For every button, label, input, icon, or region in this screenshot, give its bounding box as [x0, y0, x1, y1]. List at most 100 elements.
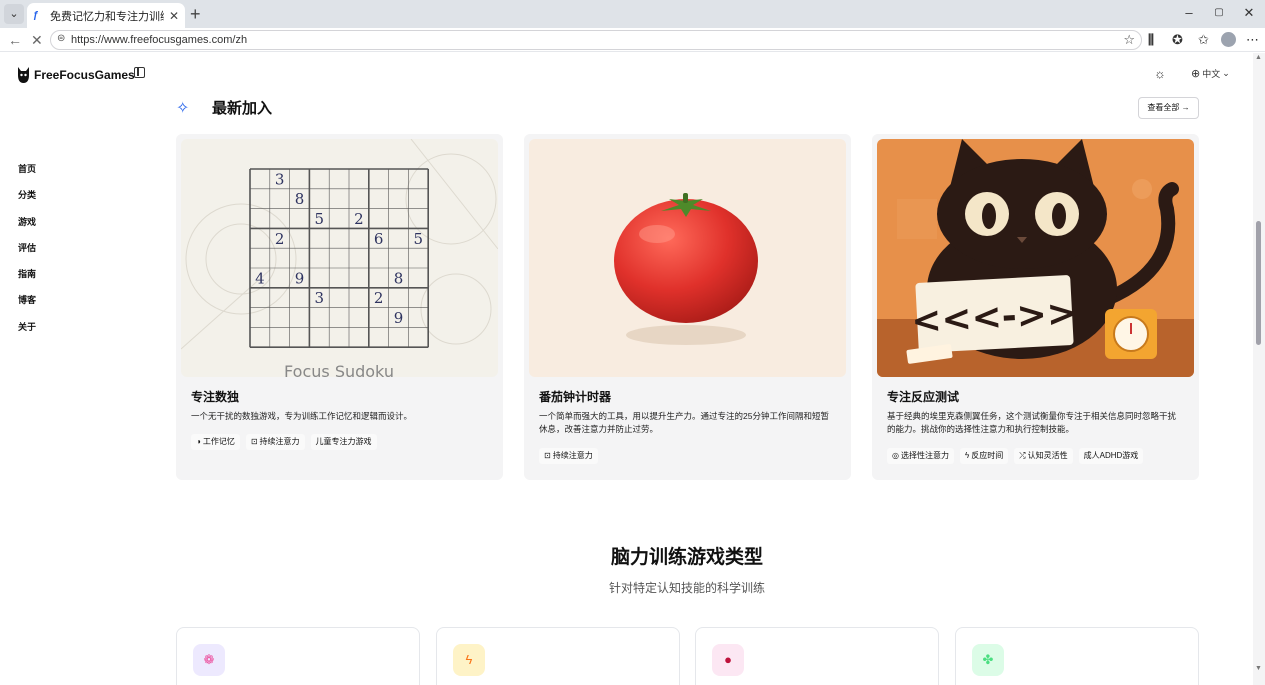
- nav-item-home[interactable]: 首页: [18, 162, 36, 188]
- nav-item-assessments[interactable]: 评估: [18, 241, 36, 267]
- sudoku-digit: 5: [315, 210, 325, 228]
- sudoku-digit: 2: [374, 289, 384, 307]
- nav-item-games[interactable]: 游戏: [18, 215, 36, 241]
- address-bar[interactable]: ⊜ https://www.freefocusgames.com/zh ☆: [50, 30, 1142, 50]
- categories-subtitle: 针对特定认知技能的科学训练: [608, 581, 765, 595]
- site-info-icon[interactable]: ⊜: [57, 33, 65, 44]
- reading-view-icon[interactable]: ⫼: [1148, 31, 1154, 49]
- lightning-icon: ϟ: [453, 644, 485, 676]
- extensions-icon[interactable]: ✪: [1172, 31, 1183, 49]
- web-page: FreeFocusGames ☼ ⊕ 中文 ⌄ 首页 分类 游戏 评估 指南 博…: [0, 53, 1253, 685]
- sudoku-digit: 2: [275, 230, 285, 248]
- site-logo[interactable]: FreeFocusGames: [17, 66, 135, 84]
- shuffle-icon: ⤮: [1019, 451, 1026, 460]
- chevron-down-icon: ⌄: [1222, 68, 1230, 78]
- dot-icon: ●: [712, 644, 744, 676]
- game-card-pomodoro[interactable]: 番茄钟计时器 一个简单而强大的工具，用以提升生产力。通过专注的25分钟工作间隔和…: [524, 134, 851, 480]
- sidebar-toggle-icon[interactable]: [134, 67, 145, 78]
- maximize-button[interactable]: ▢: [1205, 0, 1233, 28]
- card-title: 专注反应测试: [887, 390, 960, 404]
- tag-sustained-attention[interactable]: ⊡ 持续注意力: [245, 434, 305, 450]
- browser-tab-strip: ⌄ ƒ 免费记忆力和专注力训练游戏 ✕ + – ▢ ✕: [0, 0, 1265, 28]
- stop-loading-icon[interactable]: ✕: [31, 30, 43, 50]
- card-tags: ⊡ 持续注意力: [539, 448, 598, 464]
- tag-selective-attention[interactable]: ◎ 选择性注意力: [887, 448, 954, 464]
- card-tags: ◑ 工作记忆 ⊡ 持续注意力 儿童专注力游戏: [191, 434, 377, 450]
- nav-item-about[interactable]: 关于: [18, 320, 36, 346]
- sudoku-digit: 3: [315, 289, 325, 307]
- tab-close-icon[interactable]: ✕: [169, 9, 179, 23]
- card-description: 一个简单而强大的工具，用以提升生产力。通过专注的25分钟工作间隔和短暂休息，改善…: [539, 411, 829, 434]
- back-arrow-icon[interactable]: ←: [8, 30, 22, 50]
- card-title: 番茄钟计时器: [539, 390, 612, 404]
- new-tab-button[interactable]: +: [190, 3, 201, 25]
- minimize-button[interactable]: –: [1175, 0, 1203, 28]
- tag-reaction-time[interactable]: ϟ 反应时间: [959, 448, 1009, 464]
- category-card-speed[interactable]: ϟ: [436, 627, 680, 685]
- card-description: 一个无干扰的数独游戏，专为训练工作记忆和逻辑而设计。: [191, 411, 413, 421]
- sudoku-digit: 8: [394, 269, 404, 287]
- focus-icon: ⊡: [544, 451, 551, 460]
- flanker-arrows: <<<->>: [910, 293, 1078, 343]
- site-name: FreeFocusGames: [34, 68, 135, 82]
- cat-image: <<<->>: [877, 139, 1194, 377]
- card-tags: ◎ 选择性注意力 ϟ 反应时间 ⤮ 认知灵活性 成人ADHD游戏: [887, 448, 1144, 464]
- tag-cognitive-flexibility[interactable]: ⤮ 认知灵活性: [1014, 448, 1073, 464]
- language-label: 中文: [1202, 69, 1221, 79]
- tag-working-memory[interactable]: ◑ 工作记忆: [191, 434, 240, 450]
- sudoku-illustration: 385 22 6 54 9 83 29 Focus Sudoku: [181, 139, 498, 377]
- more-menu-icon[interactable]: ⋯: [1246, 31, 1259, 49]
- card-description: 基于经典的埃里克森侧翼任务，这个测试衡量你专注于相关信息同时忽略干扰的能力。挑战…: [887, 411, 1177, 434]
- categories-title: 脑力训练游戏类型: [610, 547, 763, 568]
- category-card-attention[interactable]: ●: [695, 627, 939, 685]
- category-card-logic[interactable]: ✤: [955, 627, 1199, 685]
- sudoku-digit: 9: [394, 309, 404, 327]
- sudoku-image: 3852265498329 Focus Sudoku: [181, 139, 498, 377]
- nav-item-categories[interactable]: 分类: [18, 188, 36, 214]
- scroll-up-icon[interactable]: ▲: [1255, 54, 1262, 61]
- sudoku-digit: 2: [354, 210, 364, 228]
- cat-logo-icon: [18, 67, 29, 83]
- lightning-icon: ϟ: [964, 451, 970, 460]
- browser-toolbar: ← ✕ ⊜ https://www.freefocusgames.com/zh …: [0, 28, 1265, 52]
- tag-sustained-attention[interactable]: ⊡ 持续注意力: [539, 448, 598, 464]
- sudoku-digit: 9: [295, 269, 305, 287]
- scroll-down-icon[interactable]: ▼: [1255, 665, 1262, 672]
- game-card-sudoku[interactable]: 3852265498329 Focus Sudoku 专注数独 一个无干扰的数独…: [176, 134, 503, 480]
- tag-kids-games[interactable]: 儿童专注力游戏: [310, 434, 377, 450]
- game-card-flanker[interactable]: <<<->> 专注反应测试 基于经典的埃里克森侧翼任务，这个测试衡量你专注于相关…: [872, 134, 1199, 480]
- category-card-memory[interactable]: ❁: [176, 627, 420, 685]
- sidebar-nav: 首页 分类 游戏 评估 指南 博客 关于: [18, 162, 36, 346]
- favorites-icon[interactable]: ✩: [1198, 31, 1209, 49]
- favorite-star-icon[interactable]: ☆: [1123, 32, 1135, 48]
- tomato-image: [529, 139, 846, 377]
- close-window-button[interactable]: ✕: [1235, 0, 1263, 28]
- page-scrollbar[interactable]: ▲ ▼: [1253, 53, 1265, 685]
- globe-icon: ⊕: [1191, 68, 1201, 80]
- sun-theme-icon[interactable]: ☼: [1154, 66, 1166, 81]
- tag-adult-adhd[interactable]: 成人ADHD游戏: [1078, 448, 1144, 464]
- brain-icon: ❁: [193, 644, 225, 676]
- sudoku-digit: 6: [374, 230, 384, 248]
- section-title: 最新加入: [212, 100, 273, 117]
- language-selector[interactable]: ⊕ 中文 ⌄: [1191, 67, 1230, 80]
- nav-item-guides[interactable]: 指南: [18, 267, 36, 293]
- cat-illustration: <<<->>: [877, 139, 1194, 377]
- latest-section-header: ✧ 最新加入: [176, 97, 272, 118]
- tab-list-button[interactable]: ⌄: [4, 4, 24, 24]
- card-title: 专注数独: [191, 390, 240, 404]
- brain-icon: ◑: [196, 437, 201, 446]
- browser-tab-active[interactable]: ƒ 免费记忆力和专注力训练游戏 ✕: [27, 3, 185, 28]
- sudoku-digit: 3: [275, 170, 285, 188]
- profile-avatar[interactable]: [1221, 32, 1236, 47]
- sudoku-digit: 8: [295, 190, 305, 208]
- view-all-button[interactable]: 查看全部 →: [1138, 97, 1199, 119]
- target-icon: ◎: [892, 451, 899, 460]
- sudoku-digit: 4: [255, 269, 265, 287]
- favicon-icon: ƒ: [33, 10, 39, 21]
- tab-title: 免费记忆力和专注力训练游戏: [50, 10, 164, 23]
- puzzle-icon: ✤: [972, 644, 1004, 676]
- scroll-thumb[interactable]: [1256, 221, 1261, 345]
- nav-item-blog[interactable]: 博客: [18, 293, 36, 319]
- sudoku-image-caption: Focus Sudoku: [284, 362, 394, 377]
